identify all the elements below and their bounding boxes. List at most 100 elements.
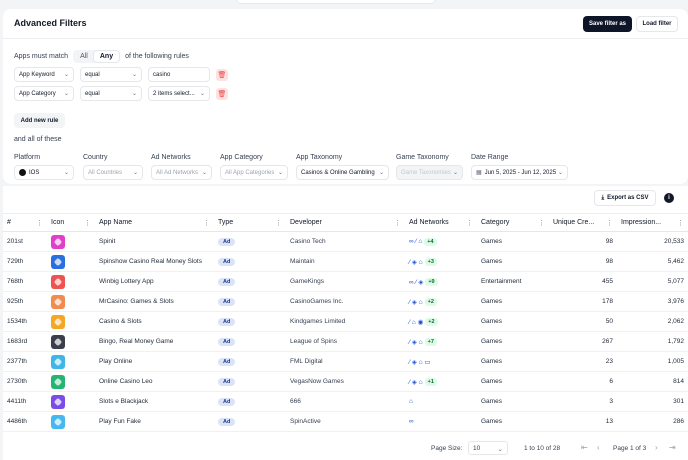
table-row[interactable]: 2377th Play Online Ad FML Digital ⁄ ◈ ⌂ ▭ Gam… xyxy=(3,351,688,372)
table-row[interactable]: 1683rd Bingo, Real Money Game Ad League of … xyxy=(3,331,688,352)
app-icon[interactable] xyxy=(51,274,65,289)
top-search-pill[interactable] xyxy=(236,0,436,4)
app-category-select[interactable]: All App Categories ⌄ xyxy=(220,165,288,180)
column-header[interactable]: Type ⋮ xyxy=(214,213,286,232)
column-menu-icon[interactable]: ⋮ xyxy=(203,219,210,227)
table-row[interactable]: 2730th Online Casino Leo Ad VegasNow Games ⁄… xyxy=(3,371,688,392)
impressions-cell: 2,062 xyxy=(617,311,688,332)
app-taxonomy-value: Casinos & Online Gambling xyxy=(301,169,375,176)
more-networks-badge[interactable]: +4 xyxy=(424,237,437,246)
rule-operator-select[interactable]: equal ⌄ xyxy=(80,67,142,82)
app-name-cell[interactable]: Play Fun Fake xyxy=(95,411,214,432)
more-networks-badge[interactable]: +2 xyxy=(425,317,438,326)
app-name-cell[interactable]: MrCasino: Games & Slots xyxy=(95,291,214,312)
app-name-cell[interactable]: Spinshow Casino Real Money Slots xyxy=(95,251,214,272)
column-menu-icon[interactable]: ⋮ xyxy=(538,219,545,227)
load-filter-button[interactable]: Load filter xyxy=(636,16,678,32)
developer-cell[interactable]: 666 xyxy=(286,391,405,412)
more-networks-badge[interactable]: +9 xyxy=(425,277,438,286)
app-icon[interactable] xyxy=(51,354,65,369)
table-row[interactable]: 729th Spinshow Casino Real Money Slots Ad M… xyxy=(3,251,688,272)
table-row[interactable]: 201st Spinit Ad Casino Tech ∞ ⁄ ⌂ +4 Games 98 20… xyxy=(3,231,688,252)
column-header[interactable]: Ad Networks ⋮ xyxy=(405,213,477,232)
column-header[interactable]: Developer ⋮ xyxy=(286,213,405,232)
column-menu-icon[interactable]: ⋮ xyxy=(84,219,91,227)
match-option-any[interactable]: Any xyxy=(93,51,120,62)
rule-value-input[interactable]: casino xyxy=(148,67,210,82)
app-icon[interactable] xyxy=(51,374,65,389)
more-networks-badge[interactable]: +7 xyxy=(424,337,437,346)
add-rule-button[interactable]: Add new rule xyxy=(14,113,65,128)
table-row[interactable]: 4486th Play Fun Fake Ad SpinActive ∞ Games 13 2… xyxy=(3,411,688,432)
column-menu-icon[interactable]: ⋮ xyxy=(466,219,473,227)
column-menu-icon[interactable]: ⋮ xyxy=(606,219,613,227)
export-csv-button[interactable]: ⤓ Export as CSV xyxy=(594,190,656,206)
app-name-cell[interactable]: Bingo, Real Money Game xyxy=(95,331,214,352)
column-header[interactable]: Icon ⋮ xyxy=(47,213,95,232)
column-menu-icon[interactable]: ⋮ xyxy=(36,219,43,227)
app-icon[interactable] xyxy=(51,294,65,309)
app-name-cell[interactable]: Winbig Lottery App xyxy=(95,271,214,292)
app-name-cell[interactable]: Casino & Slots xyxy=(95,311,214,332)
developer-cell[interactable]: Casino Tech xyxy=(286,231,405,252)
app-icon[interactable] xyxy=(51,234,65,249)
app-taxonomy-select[interactable]: Casinos & Online Gambling ⌄ xyxy=(296,165,389,180)
platform-select[interactable]: IOS ⌄ xyxy=(14,165,74,180)
column-header[interactable]: Impression... ⋮ xyxy=(617,213,688,232)
column-menu-icon[interactable]: ⋮ xyxy=(394,219,401,227)
app-icon[interactable] xyxy=(51,314,65,329)
developer-cell[interactable]: FML Digital xyxy=(286,351,405,372)
table-row[interactable]: 768th Winbig Lottery App Ad GameKings ∞ ⁄ ◈ +… xyxy=(3,271,688,292)
app-icon[interactable] xyxy=(51,394,65,409)
icon-cell xyxy=(47,371,95,392)
rule-value-text: 2 items select... xyxy=(153,90,195,97)
table-row[interactable]: 4411th Slots e Blackjack Ad 666 ⌂ Games 3 301 xyxy=(3,391,688,412)
ad-networks-label: Ad Networks xyxy=(151,154,191,161)
rule-field-select[interactable]: App Category ⌄ xyxy=(14,86,74,101)
app-icon[interactable] xyxy=(51,254,65,269)
app-name-cell[interactable]: Play Online xyxy=(95,351,214,372)
developer-cell[interactable]: CasinoGames Inc. xyxy=(286,291,405,312)
column-menu-icon[interactable]: ⋮ xyxy=(677,219,684,227)
icon-cell xyxy=(47,231,95,252)
developer-cell[interactable]: VegasNow Games xyxy=(286,371,405,392)
column-header[interactable]: App Name ⋮ xyxy=(95,213,214,232)
info-icon[interactable]: i xyxy=(664,193,674,203)
date-range-select[interactable]: ▦ Jun 5, 2025 - Jun 12, 2025 ⌄ xyxy=(471,165,568,180)
rule-field-select[interactable]: App Keyword ⌄ xyxy=(14,67,74,82)
table-row[interactable]: 1534th Casino & Slots Ad Kindgames Limited ⁄… xyxy=(3,311,688,332)
trash-icon[interactable]: 🗑 xyxy=(216,87,228,100)
rule-value-select[interactable]: 2 items select... ⌄ xyxy=(148,86,210,101)
rule-operator-select[interactable]: equal ⌄ xyxy=(80,86,142,101)
match-option-all[interactable]: All xyxy=(74,51,94,62)
more-networks-badge[interactable]: +2 xyxy=(424,297,437,306)
column-header[interactable]: Unique Cre... ⋮ xyxy=(549,213,617,232)
app-icon[interactable] xyxy=(51,414,65,429)
game-taxonomy-select[interactable]: Game Taxonomies ⌄ xyxy=(396,165,463,180)
trash-icon[interactable]: 🗑 xyxy=(216,68,228,81)
prev-page-icon[interactable]: ‹ xyxy=(597,443,600,452)
last-page-icon[interactable]: ⇥ xyxy=(669,443,676,452)
country-select[interactable]: All Countries ⌄ xyxy=(83,165,143,180)
impressions-cell: 20,533 xyxy=(617,231,688,252)
column-menu-icon[interactable]: ⋮ xyxy=(275,219,282,227)
developer-cell[interactable]: SpinActive xyxy=(286,411,405,432)
table-row[interactable]: 925th MrCasino: Games & Slots Ad CasinoGame… xyxy=(3,291,688,312)
app-icon[interactable] xyxy=(51,334,65,349)
developer-cell[interactable]: Kindgames Limited xyxy=(286,311,405,332)
column-header[interactable]: # ⋮ xyxy=(3,213,47,232)
app-name-cell[interactable]: Spinit xyxy=(95,231,214,252)
more-networks-badge[interactable]: +1 xyxy=(424,377,437,386)
app-name-cell[interactable]: Online Casino Leo xyxy=(95,371,214,392)
first-page-icon[interactable]: ⇤ xyxy=(581,443,588,452)
column-header[interactable]: Category ⋮ xyxy=(477,213,549,232)
app-name-cell[interactable]: Slots e Blackjack xyxy=(95,391,214,412)
save-filter-button[interactable]: Save filter as xyxy=(583,16,632,32)
developer-cell[interactable]: League of Spins xyxy=(286,331,405,352)
page-size-select[interactable]: 10 ⌄ xyxy=(468,441,508,455)
next-page-icon[interactable]: › xyxy=(655,443,658,452)
developer-cell[interactable]: GameKings xyxy=(286,271,405,292)
ad-networks-select[interactable]: All Ad Networks ⌄ xyxy=(151,165,212,180)
developer-cell[interactable]: Maintain xyxy=(286,251,405,272)
more-networks-badge[interactable]: +3 xyxy=(424,257,437,266)
